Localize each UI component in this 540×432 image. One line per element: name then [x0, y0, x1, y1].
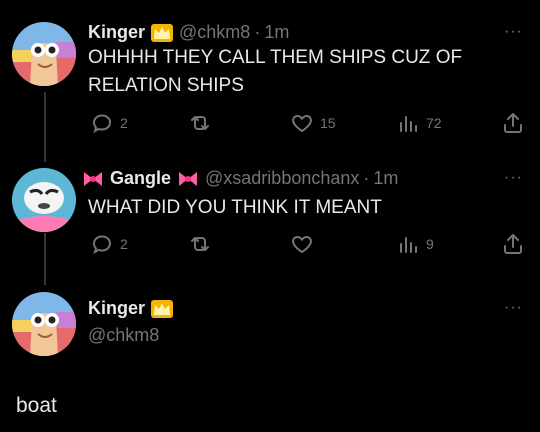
views-count: 9 — [426, 236, 434, 252]
kinger-avatar-icon — [12, 22, 76, 86]
more-options-icon[interactable]: ··· — [504, 169, 523, 187]
reply-count: 2 — [120, 236, 128, 252]
retweet-icon — [191, 237, 209, 251]
kinger-avatar-icon — [12, 292, 76, 356]
reply-icon — [92, 235, 112, 255]
separator: · — [254, 22, 261, 42]
avatar[interactable] — [12, 168, 76, 232]
like-button[interactable]: 15 — [290, 111, 336, 135]
tweet-header: Kinger @chkm8 · 1m — [88, 22, 289, 43]
like-button[interactable] — [290, 232, 320, 256]
more-options-icon[interactable]: ··· — [504, 299, 523, 317]
reply-icon — [92, 114, 112, 134]
retweet-button[interactable] — [188, 232, 218, 256]
avatar[interactable] — [12, 22, 76, 86]
crown-icon — [151, 299, 174, 318]
views-chart-icon — [400, 116, 417, 132]
heart-icon — [292, 235, 312, 254]
ribbon-icon — [84, 171, 102, 186]
reply-button[interactable]: 2 — [90, 111, 128, 135]
tweet-text-line: OHHHH THEY CALL THEM SHIPS CUZ OF — [88, 47, 463, 68]
tweet-header: Kinger — [88, 298, 174, 319]
share-button[interactable] — [501, 111, 525, 135]
tweet-header: Gangle @xsadribbonchanx · 1m — [82, 168, 398, 189]
share-icon — [504, 234, 522, 254]
timestamp[interactable]: 1m — [373, 168, 398, 189]
thread-line-1 — [44, 92, 46, 162]
retweet-icon — [191, 116, 209, 130]
timestamp[interactable]: 1m — [264, 22, 289, 43]
share-button[interactable] — [501, 232, 525, 256]
retweet-button[interactable] — [188, 111, 218, 135]
display-name[interactable]: Gangle — [110, 168, 171, 189]
gangle-avatar-icon — [12, 168, 76, 232]
avatar[interactable] — [12, 292, 76, 356]
reply-count: 2 — [120, 115, 128, 131]
ribbon-icon — [179, 171, 198, 186]
display-name[interactable]: Kinger — [88, 298, 145, 319]
display-name[interactable]: Kinger — [88, 22, 145, 43]
views-button[interactable]: 9 — [396, 232, 434, 256]
thread-line-2 — [44, 233, 46, 285]
tweet-text: WHAT DID YOU THINK IT MEANT — [88, 194, 382, 222]
views-chart-icon — [400, 237, 417, 253]
handle[interactable]: @chkm8 — [179, 22, 250, 43]
main-tweet-text: boat — [16, 394, 57, 417]
tweet-text: OHHHH THEY CALL THEM SHIPS CUZ OF RELATI… — [88, 44, 462, 100]
views-count: 72 — [426, 115, 442, 131]
tweet-text-line: WHAT DID YOU THINK IT MEANT — [88, 197, 382, 218]
tweet-text-line: RELATION SHIPS — [88, 75, 244, 96]
separator: · — [363, 168, 370, 188]
like-count: 15 — [320, 115, 336, 131]
reply-button[interactable]: 2 — [90, 232, 128, 256]
handle[interactable]: @xsadribbonchanx — [205, 168, 359, 189]
more-options-icon[interactable]: ··· — [504, 23, 523, 41]
views-button[interactable]: 72 — [396, 111, 442, 135]
crown-icon — [151, 23, 174, 42]
handle[interactable]: @chkm8 — [88, 325, 159, 346]
heart-icon — [292, 114, 312, 133]
share-icon — [504, 113, 522, 133]
